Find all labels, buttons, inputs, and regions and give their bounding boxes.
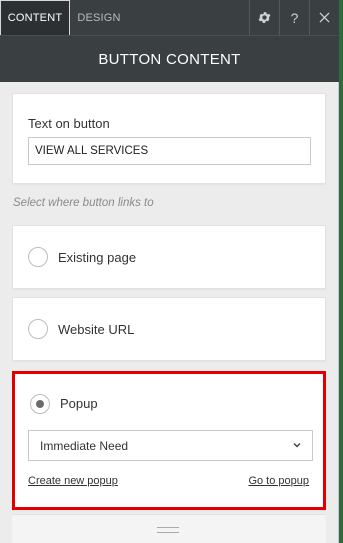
button-text-card: Text on button VIEW ALL SERVICES <box>12 93 326 184</box>
close-icon <box>319 12 330 23</box>
tab-design[interactable]: DESIGN <box>70 0 128 35</box>
button-text-label: Text on button <box>28 116 110 131</box>
popup-label: Popup <box>60 396 98 411</box>
existing-page-radio[interactable] <box>28 247 48 267</box>
create-popup-link[interactable]: Create new popup <box>28 475 118 487</box>
option-existing-page[interactable]: Existing page <box>12 225 326 289</box>
existing-page-label: Existing page <box>58 249 137 265</box>
tab-bar-spacer <box>128 0 249 35</box>
resize-handle[interactable] <box>157 527 179 533</box>
gear-icon <box>258 12 271 23</box>
option-website-url[interactable]: Website URL <box>12 297 326 361</box>
help-button[interactable]: ? <box>279 0 309 35</box>
button-content-panel: CONTENT DESIGN ? BUTTON CONTENT Text on … <box>0 0 339 543</box>
radio-selected-dot <box>36 400 44 408</box>
option-popup: Popup Immediate Need Create new popup Go… <box>12 371 326 510</box>
popup-select[interactable]: Immediate Need <box>28 430 313 461</box>
popup-select-value: Immediate Need <box>40 438 129 453</box>
go-to-popup-link[interactable]: Go to popup <box>248 475 309 487</box>
link-target-hint: Select where button links to <box>13 197 154 209</box>
chevron-down-icon <box>293 442 301 448</box>
website-url-label: Website URL <box>58 321 135 337</box>
close-button[interactable] <box>309 0 339 35</box>
tab-content[interactable]: CONTENT <box>0 0 70 35</box>
panel-title: BUTTON CONTENT <box>98 50 241 68</box>
popup-radio[interactable] <box>30 394 50 414</box>
button-text-input[interactable]: VIEW ALL SERVICES <box>28 137 311 165</box>
panel-header: BUTTON CONTENT <box>0 35 339 82</box>
settings-button[interactable] <box>249 0 279 35</box>
website-url-radio[interactable] <box>28 319 48 339</box>
help-icon: ? <box>290 9 299 26</box>
panel-tab-bar: CONTENT DESIGN ? <box>0 0 339 35</box>
